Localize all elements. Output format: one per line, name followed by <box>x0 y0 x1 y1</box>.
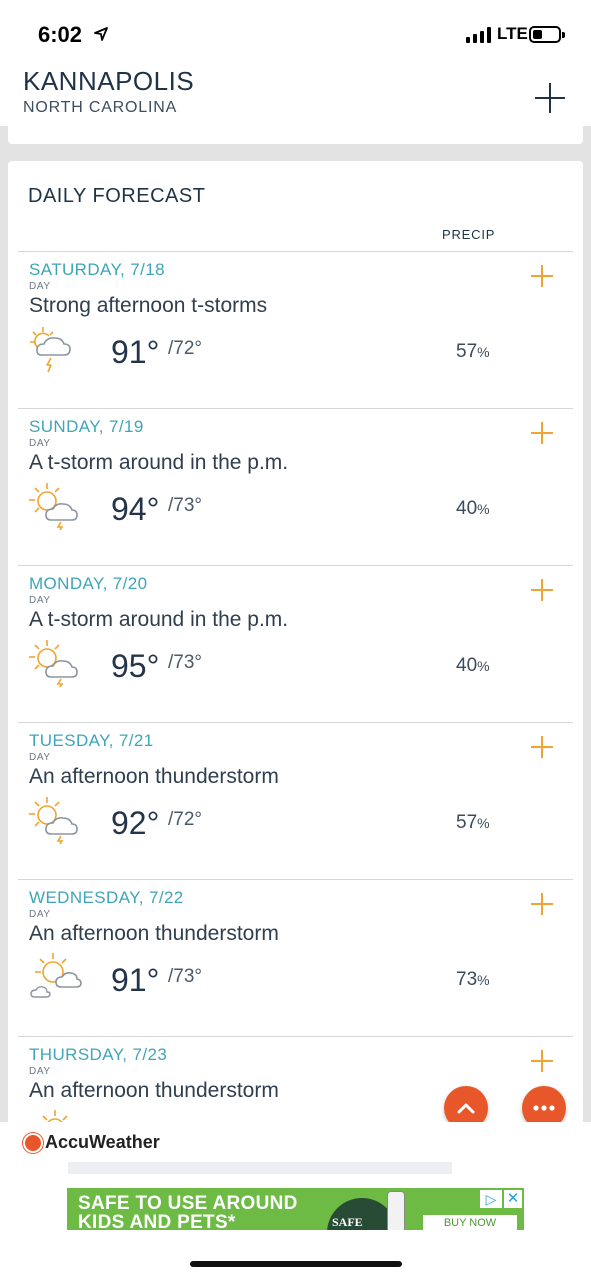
city-name[interactable]: KANNAPOLIS <box>23 66 194 97</box>
precip-chance: 57% <box>456 341 490 362</box>
precip-chance: 40% <box>456 655 490 676</box>
high-temp: 94° <box>111 491 160 527</box>
day-period: DAY <box>29 595 51 606</box>
day-period: DAY <box>29 1066 51 1077</box>
high-temp: 91° <box>111 962 160 998</box>
location-arrow-icon <box>94 27 108 41</box>
precip-column-header: PRECIP <box>442 227 496 242</box>
low-temp: /73° <box>168 495 203 516</box>
forecast-day-row[interactable]: TUESDAY, 7/21 DAY An afternoon thunderst… <box>8 723 583 880</box>
day-phrase: A t-storm around in the p.m. <box>29 451 289 474</box>
expand-plus-icon[interactable] <box>531 736 553 758</box>
forecast-day-row[interactable]: SUNDAY, 7/19 DAY A t-storm around in the… <box>8 409 583 566</box>
forecast-day-row[interactable]: WEDNESDAY, 7/22 DAY An afternoon thunder… <box>8 880 583 1037</box>
day-date: SUNDAY, 7/19 <box>29 417 144 436</box>
high-temp: 91° <box>111 334 160 370</box>
expand-plus-icon[interactable] <box>531 579 553 601</box>
day-date: WEDNESDAY, 7/22 <box>29 888 184 907</box>
day-phrase: An afternoon thunderstorm <box>29 1079 279 1102</box>
ad-logo-text: SAFE <box>332 1215 363 1229</box>
forecast-day-row[interactable]: SATURDAY, 7/18 DAY Strong afternoon t-st… <box>8 252 583 409</box>
ad-buy-now-button[interactable]: BUY NOW <box>423 1215 517 1230</box>
card-title: DAILY FORECAST <box>28 185 206 207</box>
product-bottle-icon <box>387 1191 405 1230</box>
battery-icon <box>529 26 565 43</box>
day-date: TUESDAY, 7/21 <box>29 731 154 750</box>
ad-headline: SAFE TO USE AROUND KIDS AND PETS* <box>78 1193 298 1230</box>
high-temp: 92° <box>111 805 160 841</box>
ad-placeholder-strip <box>68 1162 452 1174</box>
sun-thunderstorm-icon <box>29 797 78 844</box>
thunderstorm-icon <box>30 327 71 373</box>
location-header: KANNAPOLIS NORTH CAROLINA <box>0 62 591 126</box>
day-period: DAY <box>29 438 51 449</box>
daily-forecast-card: DAILY FORECAST PRECIP SATURDAY, 7/18 DAY… <box>8 161 583 1131</box>
add-location-icon[interactable] <box>534 82 566 114</box>
sun-cloud-icon <box>30 953 82 998</box>
low-temp: /72° <box>168 809 203 830</box>
day-period: DAY <box>29 281 51 292</box>
day-date: MONDAY, 7/20 <box>29 574 148 593</box>
region-name: NORTH CAROLINA <box>23 99 178 116</box>
accuweather-logo[interactable]: AccuWeather <box>25 1132 160 1153</box>
expand-plus-icon[interactable] <box>531 422 553 444</box>
sun-thunderstorm-icon <box>29 483 78 530</box>
network-type: LTE <box>497 24 528 43</box>
precip-chance: 73% <box>456 969 490 990</box>
sun-logo-icon <box>25 1134 41 1151</box>
brand-bar: AccuWeather <box>0 1122 591 1162</box>
brand-name: AccuWeather <box>45 1132 160 1152</box>
day-date: THURSDAY, 7/23 <box>29 1045 168 1064</box>
day-phrase: An afternoon thunderstorm <box>29 922 279 945</box>
expand-plus-icon[interactable] <box>531 1050 553 1072</box>
day-phrase: An afternoon thunderstorm <box>29 765 279 788</box>
previous-card-edge <box>8 126 583 144</box>
day-period: DAY <box>29 752 51 763</box>
ad-close-icon[interactable]: ✕ <box>504 1190 522 1208</box>
forecast-day-row[interactable]: MONDAY, 7/20 DAY A t-storm around in the… <box>8 566 583 723</box>
day-date: SATURDAY, 7/18 <box>29 260 165 279</box>
day-phrase: A t-storm around in the p.m. <box>29 608 289 631</box>
signal-icon <box>466 27 491 43</box>
home-indicator[interactable] <box>190 1261 402 1267</box>
precip-chance: 40% <box>456 498 490 519</box>
forecast-day-row[interactable]: THURSDAY, 7/23 DAY An afternoon thunders… <box>8 1037 583 1131</box>
status-time: 6:02 <box>38 22 83 47</box>
low-temp: /73° <box>168 652 203 673</box>
high-temp: 95° <box>111 648 160 684</box>
ad-choices-icon[interactable]: ▷ <box>480 1190 502 1208</box>
ad-banner[interactable]: SAFE TO USE AROUND KIDS AND PETS* SAFE B… <box>67 1188 524 1230</box>
day-period: DAY <box>29 909 51 920</box>
low-temp: /73° <box>168 966 203 987</box>
sun-thunderstorm-icon <box>29 640 78 687</box>
day-phrase: Strong afternoon t-storms <box>29 294 268 317</box>
status-bar: 6:02 LTE <box>0 0 591 62</box>
expand-plus-icon[interactable] <box>531 265 553 287</box>
low-temp: /72° <box>168 338 203 359</box>
precip-chance: 57% <box>456 812 490 833</box>
expand-plus-icon[interactable] <box>531 893 553 915</box>
